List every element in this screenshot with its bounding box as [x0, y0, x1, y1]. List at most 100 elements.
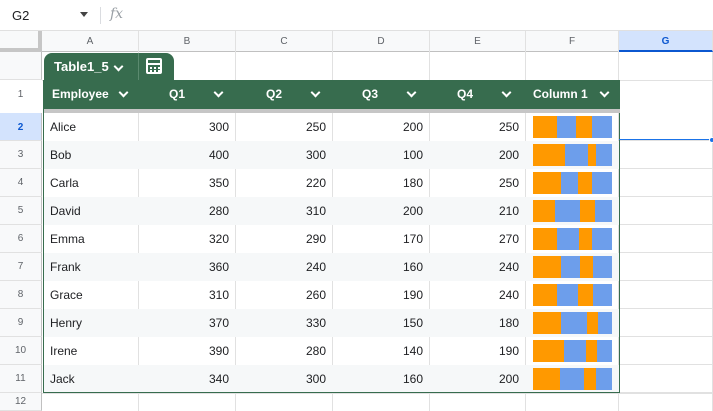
table-name-chip[interactable]: Table1_5	[44, 53, 174, 80]
q1-cell[interactable]: 370	[139, 309, 236, 337]
column-filter-chevron-icon[interactable]	[406, 87, 417, 98]
table-header-q2[interactable]: Q2	[236, 80, 333, 109]
q4-cell[interactable]: 200	[430, 141, 526, 169]
q2-cell[interactable]: 260	[236, 281, 333, 309]
column-header-g[interactable]: G	[619, 31, 713, 52]
employee-cell[interactable]: Grace	[43, 281, 139, 309]
table-view-icon[interactable]	[146, 58, 162, 74]
q1-cell[interactable]: 400	[139, 141, 236, 169]
employee-cell[interactable]: Irene	[43, 337, 139, 365]
q1-cell[interactable]: 350	[139, 169, 236, 197]
q2-cell[interactable]: 300	[236, 365, 333, 393]
sparkline-cell[interactable]	[526, 365, 620, 393]
q3-cell[interactable]: 180	[333, 169, 430, 197]
q3-cell[interactable]: 200	[333, 197, 430, 225]
q2-cell[interactable]: 280	[236, 337, 333, 365]
q2-cell[interactable]: 240	[236, 253, 333, 281]
column-filter-chevron-icon[interactable]	[501, 87, 512, 98]
employee-cell[interactable]: Frank	[43, 253, 139, 281]
q3-cell[interactable]: 200	[333, 113, 430, 141]
sparkline-segment	[557, 284, 578, 306]
employee-cell[interactable]: Henry	[43, 309, 139, 337]
column-filter-chevron-icon[interactable]	[213, 87, 224, 98]
column-filter-chevron-icon[interactable]	[599, 87, 610, 98]
q3-cell[interactable]: 100	[333, 141, 430, 169]
q3-cell[interactable]: 160	[333, 253, 430, 281]
q2-cell[interactable]: 250	[236, 113, 333, 141]
row-header-10[interactable]: 10	[0, 337, 42, 365]
employee-cell[interactable]: Jack	[43, 365, 139, 393]
selection-fill-handle[interactable]	[709, 137, 713, 143]
q4-cell[interactable]: 180	[430, 309, 526, 337]
q3-cell[interactable]: 170	[333, 225, 430, 253]
q4-cell[interactable]: 250	[430, 169, 526, 197]
column-header-d[interactable]: D	[333, 31, 430, 52]
sparkline-cell[interactable]	[526, 113, 620, 141]
sparkline-cell[interactable]	[526, 281, 620, 309]
row-header-2[interactable]: 2	[0, 113, 42, 141]
table-header-column-1[interactable]: Column 1	[526, 80, 620, 109]
gridline-horizontal	[620, 224, 713, 225]
column-filter-chevron-icon[interactable]	[310, 87, 321, 98]
column-header-e[interactable]: E	[430, 31, 526, 52]
q2-cell[interactable]: 220	[236, 169, 333, 197]
q4-cell[interactable]: 190	[430, 337, 526, 365]
q4-cell[interactable]: 250	[430, 113, 526, 141]
employee-cell[interactable]: Emma	[43, 225, 139, 253]
q1-cell[interactable]: 320	[139, 225, 236, 253]
q4-cell[interactable]: 240	[430, 281, 526, 309]
table-header-q4[interactable]: Q4	[430, 80, 526, 109]
column-header-c[interactable]: C	[236, 31, 333, 52]
sparkline-segment	[580, 200, 595, 222]
select-all-corner[interactable]	[0, 31, 42, 52]
row-header-8[interactable]: 8	[0, 281, 42, 309]
q1-cell[interactable]: 390	[139, 337, 236, 365]
row-header-5[interactable]: 5	[0, 197, 42, 225]
q1-cell[interactable]: 300	[139, 113, 236, 141]
q1-cell[interactable]: 340	[139, 365, 236, 393]
table-header-row: Employee Q1 Q2 Q3 Q4 Column 1	[43, 80, 620, 109]
employee-cell[interactable]: Alice	[43, 113, 139, 141]
q2-cell[interactable]: 290	[236, 225, 333, 253]
q3-cell[interactable]: 150	[333, 309, 430, 337]
column-filter-chevron-icon[interactable]	[118, 87, 129, 98]
q1-cell[interactable]: 310	[139, 281, 236, 309]
q4-cell[interactable]: 240	[430, 253, 526, 281]
column-header-a[interactable]: A	[42, 31, 139, 52]
q3-cell[interactable]: 190	[333, 281, 430, 309]
table-header-q1[interactable]: Q1	[139, 80, 236, 109]
table-header-q3[interactable]: Q3	[333, 80, 430, 109]
q1-cell[interactable]: 360	[139, 253, 236, 281]
q4-cell[interactable]: 270	[430, 225, 526, 253]
row-header-12[interactable]: 12	[0, 393, 42, 411]
sparkline-cell[interactable]	[526, 253, 620, 281]
table-header-employee[interactable]: Employee	[43, 80, 139, 109]
sparkline-cell[interactable]	[526, 197, 620, 225]
q3-cell[interactable]: 160	[333, 365, 430, 393]
row-header-4[interactable]: 4	[0, 169, 42, 197]
q3-cell[interactable]: 140	[333, 337, 430, 365]
sparkline-cell[interactable]	[526, 141, 620, 169]
q2-cell[interactable]: 310	[236, 197, 333, 225]
sparkline-cell[interactable]	[526, 337, 620, 365]
employee-cell[interactable]: David	[43, 197, 139, 225]
q2-cell[interactable]: 300	[236, 141, 333, 169]
name-box-dropdown-icon[interactable]	[80, 12, 88, 17]
employee-cell[interactable]: Carla	[43, 169, 139, 197]
employee-cell[interactable]: Bob	[43, 141, 139, 169]
q2-cell[interactable]: 330	[236, 309, 333, 337]
row-header-3[interactable]: 3	[0, 141, 42, 169]
q4-cell[interactable]: 210	[430, 197, 526, 225]
sparkline-cell[interactable]	[526, 309, 620, 337]
row-header-7[interactable]: 7	[0, 253, 42, 281]
column-header-b[interactable]: B	[139, 31, 236, 52]
row-header-9[interactable]: 9	[0, 309, 42, 337]
row-header-1[interactable]: 1	[0, 52, 42, 100]
q4-cell[interactable]: 200	[430, 365, 526, 393]
column-header-f[interactable]: F	[526, 31, 619, 52]
sparkline-cell[interactable]	[526, 225, 620, 253]
row-header-6[interactable]: 6	[0, 225, 42, 253]
row-header-11[interactable]: 11	[0, 365, 42, 393]
q1-cell[interactable]: 280	[139, 197, 236, 225]
sparkline-cell[interactable]	[526, 169, 620, 197]
